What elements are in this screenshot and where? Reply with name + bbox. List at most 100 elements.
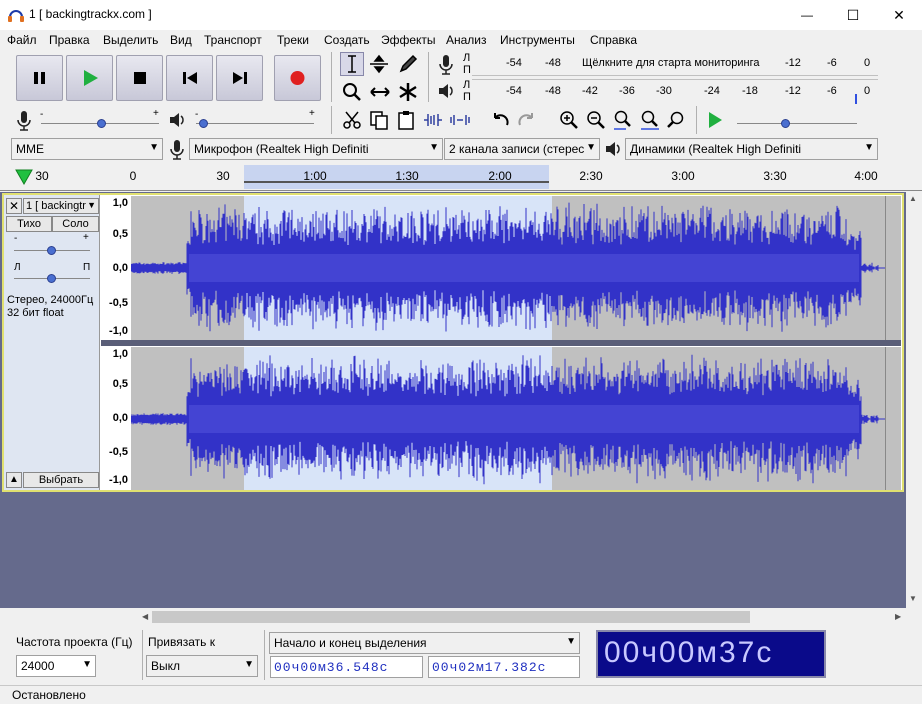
timeline-play-head-icon[interactable] [15,169,33,185]
track-close-button[interactable]: ✕ [6,198,22,214]
skip-to-start-button[interactable] [166,55,213,101]
input-device-select[interactable]: Микрофон (Realtek High Definiti ▼ [189,138,443,160]
selection-end-time[interactable]: 00ч02м17.382с [428,656,580,678]
play-meter-tick: -42 [582,85,598,97]
draw-tool[interactable] [396,52,420,76]
maximize-button[interactable]: ☐ [830,0,876,30]
menu-transport[interactable]: Транспорт [204,33,262,47]
fit-project-button[interactable] [638,108,662,132]
play-meter-left-label: Л [463,79,471,91]
scroll-up-icon[interactable]: ▲ [909,194,917,203]
playback-volume-icon [170,113,184,127]
record-volume-knob[interactable] [97,119,106,128]
title-bar: 1 [ backingtrackx.com ] — ☐ ✕ [0,0,922,30]
play-speed-slider[interactable] [737,123,857,124]
asterisk-icon [399,83,417,101]
skip-start-icon [183,72,197,84]
trim-button[interactable] [421,108,445,132]
time-shift-tool[interactable] [368,80,392,104]
copy-button[interactable] [367,108,391,132]
scroll-left-icon[interactable]: ◀ [142,612,148,621]
timeline-ruler[interactable]: 30 0 30 1:00 1:30 2:00 2:30 3:00 3:30 4:… [0,163,922,191]
scroll-right-icon[interactable]: ▶ [895,612,901,621]
clip-end-right [885,347,901,490]
track-control-panel[interactable]: ✕ 1 [ backingtr ▼ Тихо Соло - + Л П Стере… [4,195,100,490]
track-gain-knob[interactable] [47,246,56,255]
project-rate-select[interactable]: 24000 ▼ [16,655,96,677]
output-device-select[interactable]: Динамики (Realtek High Definiti ▼ [625,138,878,160]
waveform-rms [189,254,859,282]
play-meter-tick: -30 [656,85,672,97]
zoom-in-button[interactable] [557,108,581,132]
silence-button[interactable] [448,108,472,132]
horizontal-scrollbar[interactable]: ◀ ▶ [140,609,906,625]
stop-button[interactable] [116,55,163,101]
zoom-toggle-button[interactable] [665,108,689,132]
play-button[interactable] [66,55,113,101]
menu-edit[interactable]: Правка [49,33,90,47]
audacity-logo-icon [8,10,24,22]
waveform-rms [189,405,859,433]
zoom-fit-icon [641,110,659,130]
toolbar-separator [264,630,265,680]
record-meter-tick: -6 [827,57,837,69]
redo-button[interactable] [515,108,539,132]
cut-button[interactable] [340,108,364,132]
track-mute-button[interactable]: Тихо [6,216,52,232]
snap-to-select[interactable]: Выкл ▼ [146,655,258,677]
audio-position-display[interactable]: 00ч00м37с [596,630,826,678]
undo-button[interactable] [488,108,512,132]
track-solo-button[interactable]: Соло [52,216,99,232]
envelope-tool[interactable] [367,52,391,76]
input-channels-select[interactable]: 2 канала записи (стерес ▼ [444,138,600,160]
play-meter-tick: -6 [827,85,837,97]
play-speed-knob[interactable] [781,119,790,128]
menu-file[interactable]: Файл [7,33,37,47]
toolbar-separator [428,52,429,102]
horizontal-scroll-thumb[interactable] [152,611,750,623]
toolbar-separator [331,52,332,102]
menu-select[interactable]: Выделить [103,33,158,47]
stop-icon [134,72,146,84]
menu-tools[interactable]: Инструменты [500,33,575,47]
ruler-label: 30 [216,169,230,183]
vertical-scrollbar[interactable]: ▲ ▼ [906,192,922,608]
scroll-down-icon[interactable]: ▼ [909,594,917,603]
close-button[interactable]: ✕ [876,0,922,30]
pause-button[interactable] [16,55,63,101]
menu-tracks[interactable]: Треки [277,33,309,47]
menu-effects[interactable]: Эффекты [381,33,436,47]
menu-help[interactable]: Справка [590,33,637,47]
menu-view[interactable]: Вид [170,33,192,47]
minimize-button[interactable]: — [784,0,830,30]
status-text: Остановлено [12,688,86,702]
selection-tool[interactable] [340,52,364,76]
ruler-label: 0 [129,169,137,183]
copy-icon [370,111,388,130]
playback-volume-slider[interactable] [196,123,314,124]
record-meter[interactable]: -54 -48 Щёлкните для старта мониторинга … [472,52,878,76]
audio-host-select[interactable]: MME ▼ [11,138,163,160]
playback-meter[interactable]: -54 -48 -42 -36 -30 -24 -18 -12 -6 0 [472,79,878,104]
track-menu-button[interactable]: 1 [ backingtr ▼ [23,198,99,214]
speaker-icon[interactable] [437,81,455,101]
record-button[interactable] [274,55,321,101]
playback-volume-knob[interactable] [199,119,208,128]
skip-to-end-button[interactable] [216,55,263,101]
menu-generate[interactable]: Создать [324,33,370,47]
scale-label: -0,5 [109,297,128,309]
selection-start-time[interactable]: 00ч00м36.548с [270,656,423,678]
track-collapse-button[interactable]: ▲ [6,472,22,488]
play-at-speed-button[interactable] [703,108,727,132]
record-icon [290,71,305,85]
zoom-tool[interactable] [340,80,364,104]
paste-button[interactable] [394,108,418,132]
zoom-out-button[interactable] [584,108,608,132]
multi-tool[interactable] [396,80,420,104]
menu-analyze[interactable]: Анализ [446,33,487,47]
track-pan-knob[interactable] [47,274,56,283]
selection-mode-select[interactable]: Начало и конец выделения ▼ [269,632,580,654]
fit-selection-button[interactable] [611,108,635,132]
microphone-icon[interactable] [437,54,455,76]
track-select-button[interactable]: Выбрать [23,472,99,488]
